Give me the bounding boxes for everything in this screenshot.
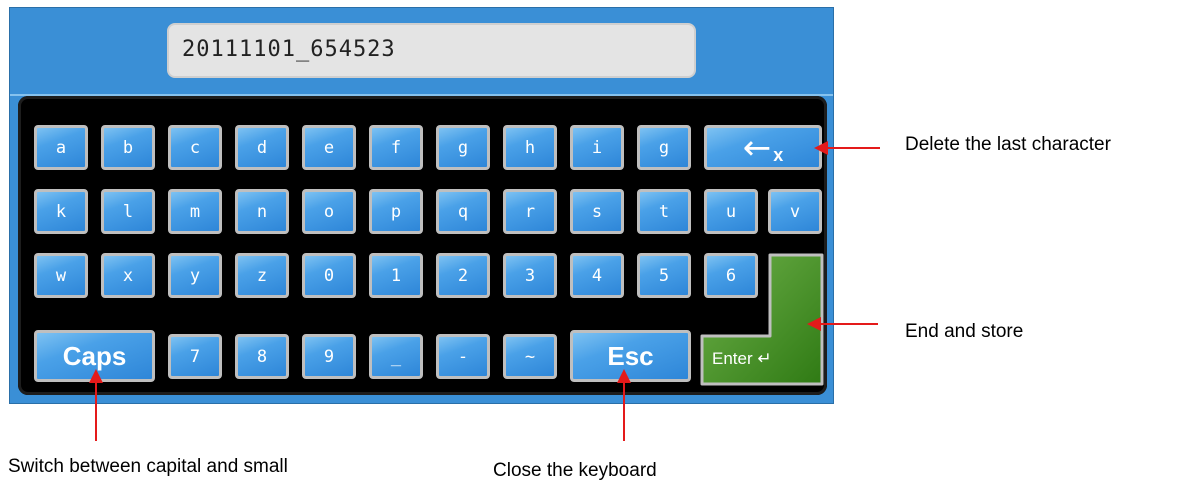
delete-arrow-icon [814,141,828,155]
key-1[interactable]: 1 [369,253,423,298]
key-a[interactable]: a [34,125,88,170]
key-u[interactable]: u [704,189,758,234]
key-k[interactable]: k [34,189,88,234]
key-j[interactable]: g [637,125,691,170]
key-p[interactable]: p [369,189,423,234]
key-x[interactable]: x [101,253,155,298]
backspace-x-label: x [773,145,784,165]
key-q[interactable]: q [436,189,490,234]
key-underscore[interactable]: _ [369,334,423,379]
key-9[interactable]: 9 [302,334,356,379]
esc-pointer-line [623,381,625,441]
caps-pointer-line [95,381,97,441]
key-hyphen[interactable]: - [436,334,490,379]
key-3[interactable]: 3 [503,253,557,298]
key-m[interactable]: m [168,189,222,234]
backspace-button[interactable]: ← x [704,125,822,170]
enter-pointer-line [820,323,878,325]
key-0[interactable]: 0 [302,253,356,298]
key-g[interactable]: g [436,125,490,170]
key-r[interactable]: r [503,189,557,234]
key-y[interactable]: y [168,253,222,298]
key-8[interactable]: 8 [235,334,289,379]
key-f[interactable]: f [369,125,423,170]
enter-arrow-icon [807,317,821,331]
input-value: 20111101_654523 [182,37,396,62]
key-l[interactable]: l [101,189,155,234]
delete-note: Delete the last character [905,134,1111,155]
key-4[interactable]: 4 [570,253,624,298]
enter-label: Enter ↵ [712,349,772,368]
esc-arrow-icon [617,369,631,383]
key-i[interactable]: i [570,125,624,170]
key-v[interactable]: v [768,189,822,234]
key-tilde[interactable]: ~ [503,334,557,379]
keyboard-window: 20111101_654523 a b c d e f g h i g ← x … [9,7,834,404]
backspace-arrow-icon: ← [742,127,772,168]
key-b[interactable]: b [101,125,155,170]
key-h[interactable]: h [503,125,557,170]
key-t[interactable]: t [637,189,691,234]
key-z[interactable]: z [235,253,289,298]
key-w[interactable]: w [34,253,88,298]
caps-note: Switch between capital and small [8,456,288,477]
enter-note: End and store [905,321,1024,342]
key-7[interactable]: 7 [168,334,222,379]
key-n[interactable]: n [235,189,289,234]
text-input-display[interactable]: 20111101_654523 [167,23,696,78]
esc-note: Close the keyboard [493,460,657,481]
key-5[interactable]: 5 [637,253,691,298]
keyboard-area: a b c d e f g h i g ← x k l m n o p q r … [18,96,827,395]
caps-arrow-icon [89,369,103,383]
key-e[interactable]: e [302,125,356,170]
key-c[interactable]: c [168,125,222,170]
key-s[interactable]: s [570,189,624,234]
delete-pointer-line [826,147,880,149]
key-o[interactable]: o [302,189,356,234]
key-2[interactable]: 2 [436,253,490,298]
key-d[interactable]: d [235,125,289,170]
